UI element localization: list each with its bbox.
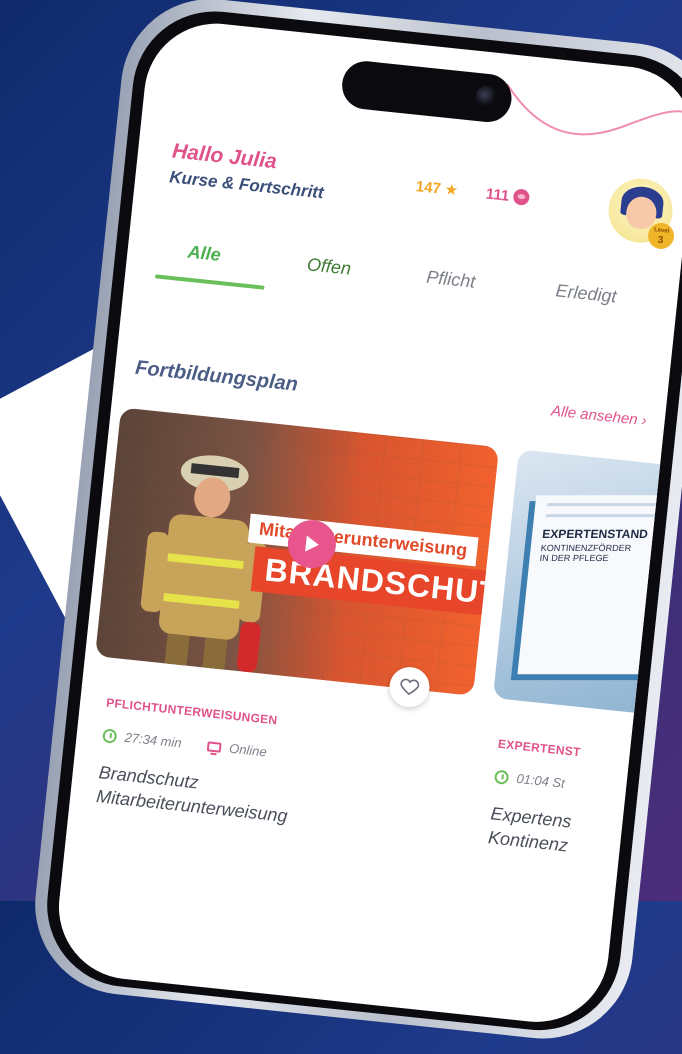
- tab-offen[interactable]: Offen: [306, 254, 352, 279]
- course-title[interactable]: Brandschutz Mitarbeiterunterweisung: [95, 760, 291, 828]
- monitor-icon: [206, 740, 222, 753]
- level-badge: Level 3: [646, 221, 676, 251]
- course-info-expertenstandard: EXPERTENST 01:04 St Expertens Kontinenz: [487, 737, 618, 862]
- coins-stat[interactable]: 111: [485, 185, 530, 206]
- course-card-brandschutz[interactable]: Mitarbeiterunterweisung BRANDSCHUTZ: [95, 407, 500, 696]
- avatar[interactable]: Level 3: [605, 175, 676, 251]
- decorative-wave: [506, 83, 682, 136]
- clock-icon: [102, 727, 118, 744]
- book-line: [546, 514, 674, 518]
- course-category: PFLICHTUNTERWEISUNGEN: [105, 695, 279, 728]
- stars-count: 147: [415, 177, 442, 198]
- camera-icon: [474, 84, 499, 110]
- play-icon: [305, 535, 319, 552]
- course-duration: 27:34 min: [123, 729, 183, 751]
- clock-icon: [493, 769, 510, 785]
- user-stats: 147 ★ 111: [415, 177, 530, 207]
- star-icon: ★: [443, 181, 460, 200]
- course-meta: 01:04 St: [493, 769, 615, 796]
- stars-stat[interactable]: 147 ★: [415, 177, 460, 200]
- coins-count: 111: [485, 184, 511, 205]
- phone-device: Hallo Julia Kurse & Fortschritt 147 ★ 11…: [0, 0, 682, 1048]
- tab-pflicht[interactable]: Pflicht: [425, 267, 476, 293]
- level-value: 3: [657, 234, 664, 247]
- course-duration: 01:04 St: [515, 770, 566, 791]
- course-meta: 27:34 min Online: [102, 727, 295, 762]
- active-tab-indicator: [154, 274, 265, 290]
- course-info-brandschutz: PFLICHTUNTERWEISUNGEN 27:34 min Online B…: [95, 696, 298, 828]
- course-title[interactable]: Expertens Kontinenz: [487, 801, 611, 861]
- tab-bar: Alle Offen Pflicht Erledigt: [145, 237, 666, 331]
- book-line: [547, 503, 675, 507]
- course-mode: Online: [228, 740, 268, 760]
- app-screen: Hallo Julia Kurse & Fortschritt 147 ★ 11…: [51, 16, 682, 1029]
- tab-erledigt[interactable]: Erledigt: [555, 280, 618, 307]
- heart-icon: [400, 678, 420, 696]
- dynamic-island: [339, 58, 514, 125]
- tab-alle[interactable]: Alle: [187, 242, 222, 266]
- header: Hallo Julia Kurse & Fortschritt: [168, 139, 327, 203]
- course-category: EXPERTENST: [497, 736, 582, 760]
- coin-icon: [512, 188, 530, 206]
